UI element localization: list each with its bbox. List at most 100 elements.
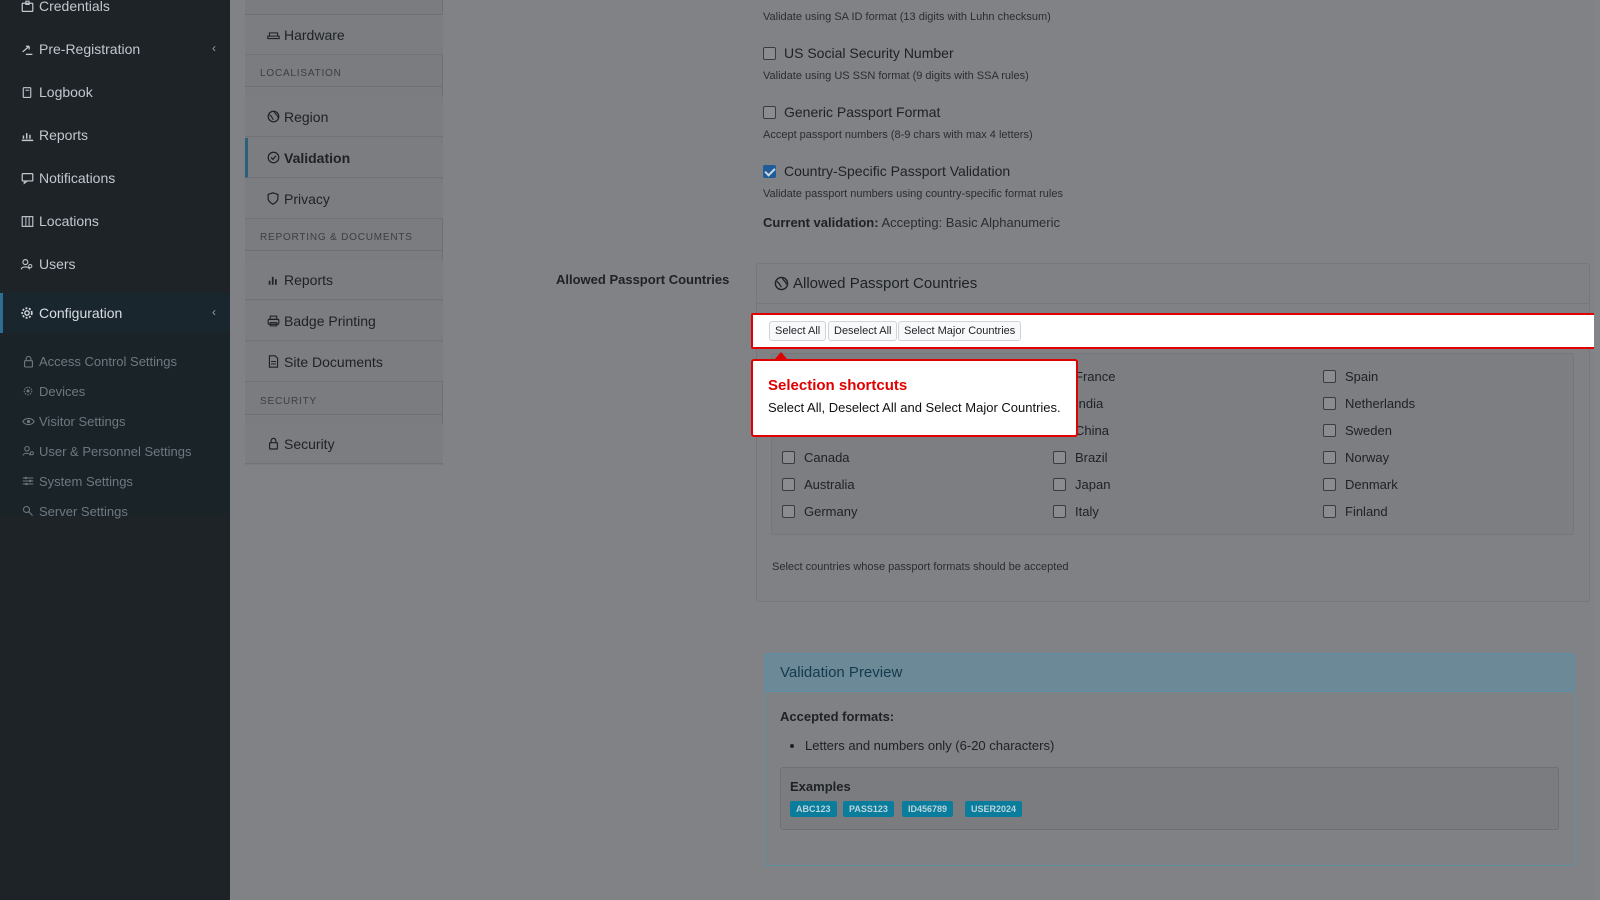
- subnav-devices-label: Devices: [39, 383, 86, 399]
- example-badge: ID456789: [902, 801, 954, 817]
- tooltip-title: Selection shortcuts: [768, 377, 908, 394]
- nav-notifications[interactable]: Notifications: [0, 158, 230, 198]
- examples-title: Examples: [790, 779, 851, 794]
- subnav-user-personnel[interactable]: User & Personnel Settings: [20, 439, 191, 463]
- map-icon: [19, 213, 35, 229]
- country-canada[interactable]: Canada: [782, 450, 850, 465]
- validation-preview-title: Validation Preview: [765, 654, 1574, 692]
- country-checkbox[interactable]: [1323, 397, 1336, 410]
- nav-reports[interactable]: Reports: [0, 115, 230, 155]
- settings-nav-validation[interactable]: Validation: [245, 138, 443, 178]
- settings-nav-badge-printing[interactable]: Badge Printing: [245, 301, 443, 341]
- select-all-button[interactable]: Select All: [769, 321, 827, 341]
- nav-locations-label: Locations: [39, 213, 99, 229]
- settings-nav-hardware[interactable]: Hardware: [245, 15, 443, 55]
- us-ssn-label: US Social Security Number: [784, 45, 954, 61]
- selection-shortcuts-bar: Select All Deselect All Select Major Cou…: [751, 313, 1596, 349]
- chevron-left-icon[interactable]: ‹: [212, 41, 216, 55]
- check-circle-icon: [265, 150, 281, 166]
- country-label: France: [1075, 369, 1116, 384]
- allowed-countries-card-header: Allowed Passport Countries: [757, 264, 1589, 304]
- configuration-subnav: Access Control Settings Devices Visitor …: [0, 335, 230, 519]
- hardware-icon: [265, 27, 281, 43]
- scrollbar-track[interactable]: [1594, 0, 1600, 900]
- country-checkbox[interactable]: [782, 478, 795, 491]
- country-checkbox[interactable]: [1053, 505, 1066, 518]
- country-sweden[interactable]: Sweden: [1323, 423, 1392, 438]
- subnav-server-settings[interactable]: Server Settings: [20, 499, 128, 523]
- settings-nav-site-documents[interactable]: Site Documents: [245, 342, 443, 382]
- divider: [245, 250, 443, 251]
- country-checkbox[interactable]: [1053, 451, 1066, 464]
- country-italy[interactable]: Italy: [1053, 504, 1099, 519]
- sa-id-hint: Validate using SA ID format (13 digits w…: [763, 11, 1051, 23]
- nav-locations[interactable]: Locations: [0, 201, 230, 241]
- section-heading-reporting: REPORTING & DOCUMENTS: [260, 232, 413, 243]
- settings-nav-security[interactable]: Security: [245, 424, 443, 464]
- option-generic-passport[interactable]: Generic Passport Format: [763, 104, 940, 120]
- generic-passport-checkbox[interactable]: [763, 105, 776, 119]
- deselect-all-button[interactable]: Deselect All: [828, 321, 898, 341]
- subnav-access-control[interactable]: Access Control Settings: [20, 349, 177, 373]
- country-label: Denmark: [1345, 477, 1398, 492]
- validation-preview: Validation Preview Accepted formats: Let…: [764, 653, 1575, 866]
- main-content: Validate using SA ID format (13 digits w…: [473, 0, 1600, 900]
- settings-nav-privacy[interactable]: Privacy: [245, 179, 443, 219]
- main-sidebar: Credentials Pre-Registration ‹ Logbook R…: [0, 0, 230, 900]
- settings-nav-region[interactable]: Region: [245, 97, 443, 137]
- nav-configuration[interactable]: Configuration ‹: [0, 293, 230, 333]
- country-netherlands[interactable]: Netherlands: [1323, 396, 1415, 411]
- settings-nav-badge-printing-label: Badge Printing: [284, 312, 376, 329]
- country-label: Netherlands: [1345, 396, 1416, 411]
- country-checkbox[interactable]: [1323, 370, 1336, 383]
- option-country-passport[interactable]: Country-Specific Passport Validation: [763, 163, 1010, 179]
- us-ssn-checkbox[interactable]: [763, 46, 776, 60]
- country-checkbox[interactable]: [1323, 478, 1336, 491]
- country-norway[interactable]: Norway: [1323, 450, 1389, 465]
- settings-nav-reports-label: Reports: [284, 271, 334, 288]
- country-brazil[interactable]: Brazil: [1053, 450, 1108, 465]
- country-checkbox[interactable]: [1323, 424, 1336, 437]
- country-checkbox[interactable]: [782, 505, 795, 518]
- country-passport-hint: Validate passport numbers using country-…: [763, 188, 1063, 200]
- country-finland[interactable]: Finland: [1323, 504, 1388, 519]
- nav-reports-label: Reports: [39, 127, 89, 143]
- country-checkbox[interactable]: [782, 451, 795, 464]
- subnav-system-settings-label: System Settings: [39, 473, 133, 489]
- example-badge: PASS123: [843, 801, 894, 817]
- nav-users[interactable]: Users: [0, 244, 230, 284]
- subnav-visitor-settings[interactable]: Visitor Settings: [20, 409, 125, 433]
- subnav-system-settings[interactable]: System Settings: [20, 469, 133, 493]
- country-japan[interactable]: Japan: [1053, 477, 1110, 492]
- settings-nav-security-label: Security: [284, 435, 335, 452]
- country-australia[interactable]: Australia: [782, 477, 855, 492]
- country-germany[interactable]: Germany: [782, 504, 857, 519]
- arrows-icon: [19, 41, 35, 57]
- country-denmark[interactable]: Denmark: [1323, 477, 1398, 492]
- users-icon: [19, 256, 35, 272]
- select-major-countries-button[interactable]: Select Major Countries: [898, 321, 1022, 341]
- subnav-server-settings-label: Server Settings: [39, 503, 128, 519]
- nav-credentials[interactable]: Credentials: [0, 0, 230, 26]
- gear-icon: [19, 305, 35, 321]
- country-spain[interactable]: Spain: [1323, 369, 1378, 384]
- lock-icon: [265, 436, 281, 452]
- country-checkbox[interactable]: [1323, 505, 1336, 518]
- subnav-devices[interactable]: Devices: [20, 379, 85, 403]
- subnav-user-personnel-label: User & Personnel Settings: [39, 443, 192, 459]
- country-checkbox[interactable]: [1053, 478, 1066, 491]
- country-checkbox[interactable]: [1323, 451, 1336, 464]
- sliders-icon: [20, 473, 36, 489]
- nav-logbook[interactable]: Logbook: [0, 72, 230, 112]
- option-us-ssn[interactable]: US Social Security Number: [763, 45, 954, 61]
- settings-nav-site-documents-label: Site Documents: [284, 353, 383, 370]
- nav-pre-registration[interactable]: Pre-Registration ‹: [0, 29, 230, 69]
- generic-passport-hint: Accept passport numbers (8-9 chars with …: [763, 129, 1033, 141]
- country-passport-checkbox[interactable]: [763, 164, 776, 178]
- user-cog-icon: [20, 443, 36, 459]
- country-label: China: [1075, 423, 1109, 438]
- settings-nav-reports[interactable]: Reports: [245, 260, 443, 300]
- document-icon: [265, 354, 281, 370]
- globe-icon: [773, 276, 789, 292]
- chevron-left-icon[interactable]: ‹: [212, 305, 216, 319]
